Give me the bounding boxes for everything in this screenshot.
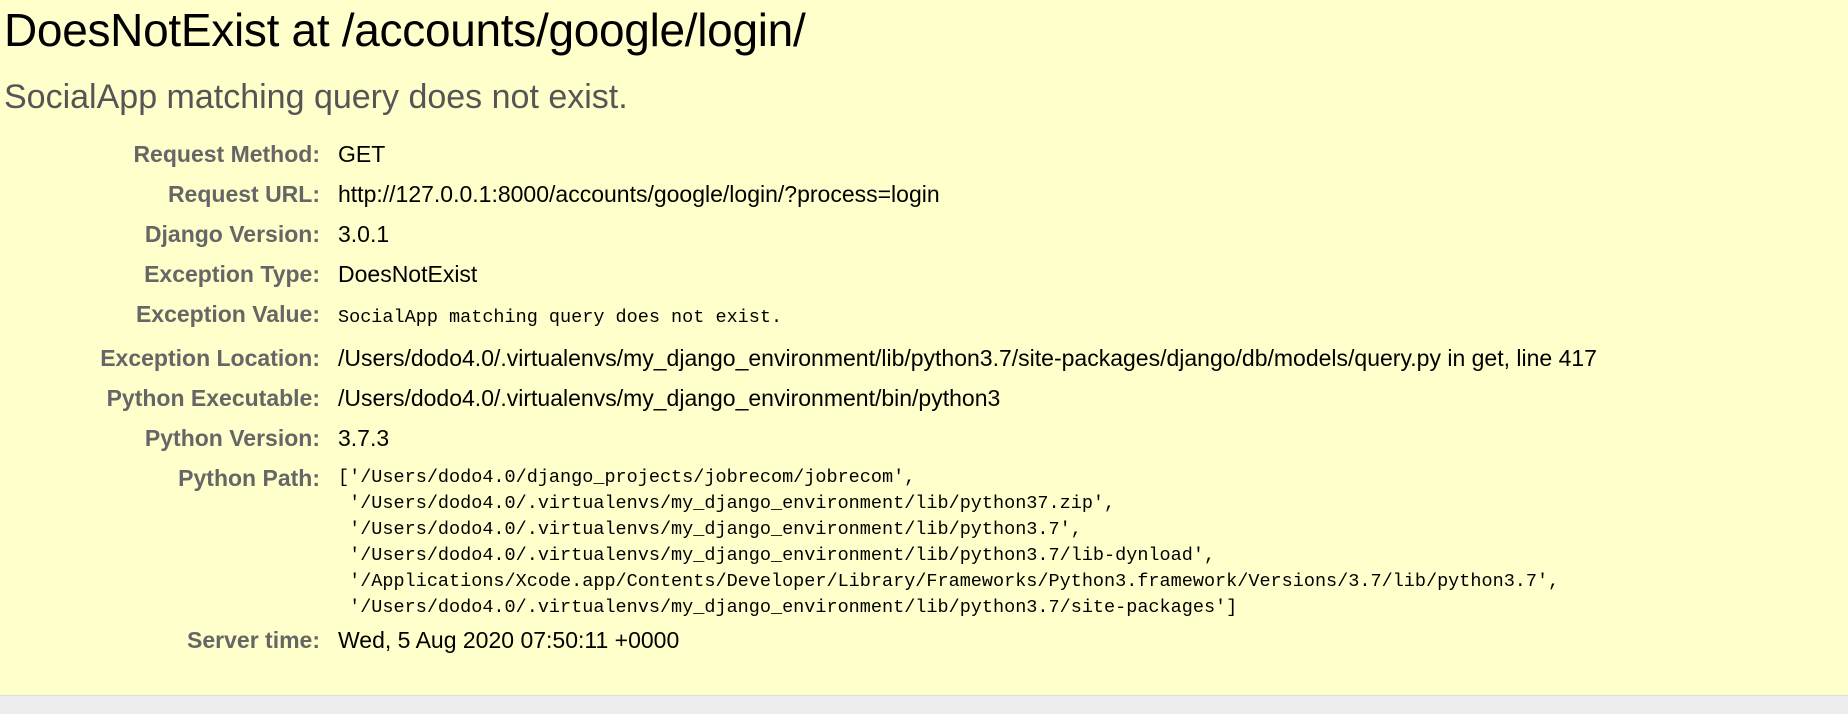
- meta-row-python-path: Python Path: ['/Users/dodo4.0/django_pro…: [4, 458, 1597, 625]
- python-path-entry: '/Users/dodo4.0/.virtualenvs/my_django_e…: [338, 545, 1216, 566]
- python-path-entry: '/Users/dodo4.0/.virtualenvs/my_django_e…: [338, 493, 1116, 514]
- meta-row-exception-type: Exception Type: DoesNotExist: [4, 254, 1597, 294]
- python-path-value: ['/Users/dodo4.0/django_projects/jobreco…: [338, 458, 1597, 625]
- python-path-list: ['/Users/dodo4.0/django_projects/jobreco…: [338, 458, 1597, 625]
- exception-location-value: /Users/dodo4.0/.virtualenvs/my_django_en…: [338, 345, 1597, 371]
- meta-row-request-method: Request Method: GET: [4, 134, 1597, 174]
- request-meta-table: Request Method: GET Request URL: http://…: [4, 134, 1597, 655]
- python-version-value: 3.7.3: [338, 425, 390, 451]
- exception-message: SocialApp matching query does not exist.: [4, 78, 628, 116]
- meta-row-server-time: Server time: Wed, 5 Aug 2020 07:50:11 +0…: [4, 625, 1597, 655]
- meta-row-exception-location: Exception Location: /Users/dodo4.0/.virt…: [4, 338, 1597, 378]
- error-summary: DoesNotExist at /accounts/google/login/ …: [0, 0, 1848, 696]
- meta-row-exception-value: Exception Value: SocialApp matching quer…: [4, 294, 1597, 338]
- python-path-entry: '/Users/dodo4.0/.virtualenvs/my_django_e…: [338, 597, 1238, 618]
- page-title: DoesNotExist at /accounts/google/login/: [4, 4, 806, 56]
- python-path-entry: ['/Users/dodo4.0/django_projects/jobreco…: [338, 467, 916, 488]
- python-executable-label: Python Executable:: [106, 385, 320, 411]
- exception-location-label: Exception Location:: [100, 345, 320, 371]
- server-time-value: Wed, 5 Aug 2020 07:50:11 +0000: [338, 627, 680, 653]
- django-version-value: 3.0.1: [338, 221, 390, 247]
- python-path-entry: '/Users/dodo4.0/.virtualenvs/my_django_e…: [338, 519, 1082, 540]
- python-path-entry: '/Applications/Xcode.app/Contents/Develo…: [338, 571, 1560, 592]
- meta-row-python-version: Python Version: 3.7.3: [4, 418, 1597, 458]
- python-version-label: Python Version:: [144, 425, 320, 451]
- exception-type-value: DoesNotExist: [338, 261, 478, 287]
- exception-value-label: Exception Value:: [135, 301, 320, 327]
- python-path-label: Python Path:: [178, 465, 320, 491]
- server-time-label: Server time:: [187, 627, 320, 653]
- request-url-value: http://127.0.0.1:8000/accounts/google/lo…: [338, 181, 940, 207]
- exception-value-text: SocialApp matching query does not exist.: [338, 307, 783, 328]
- exception-value-value: SocialApp matching query does not exist.: [338, 294, 1597, 338]
- request-method-value: GET: [338, 141, 386, 167]
- meta-row-request-url: Request URL: http://127.0.0.1:8000/accou…: [4, 174, 1597, 214]
- exception-type-label: Exception Type:: [144, 261, 320, 287]
- python-executable-value: /Users/dodo4.0/.virtualenvs/my_django_en…: [338, 385, 1001, 411]
- request-url-label: Request URL:: [167, 181, 320, 207]
- request-method-label: Request Method:: [133, 141, 320, 167]
- meta-row-django-version: Django Version: 3.0.1: [4, 214, 1597, 254]
- meta-row-python-executable: Python Executable: /Users/dodo4.0/.virtu…: [4, 378, 1597, 418]
- django-version-label: Django Version:: [144, 221, 320, 247]
